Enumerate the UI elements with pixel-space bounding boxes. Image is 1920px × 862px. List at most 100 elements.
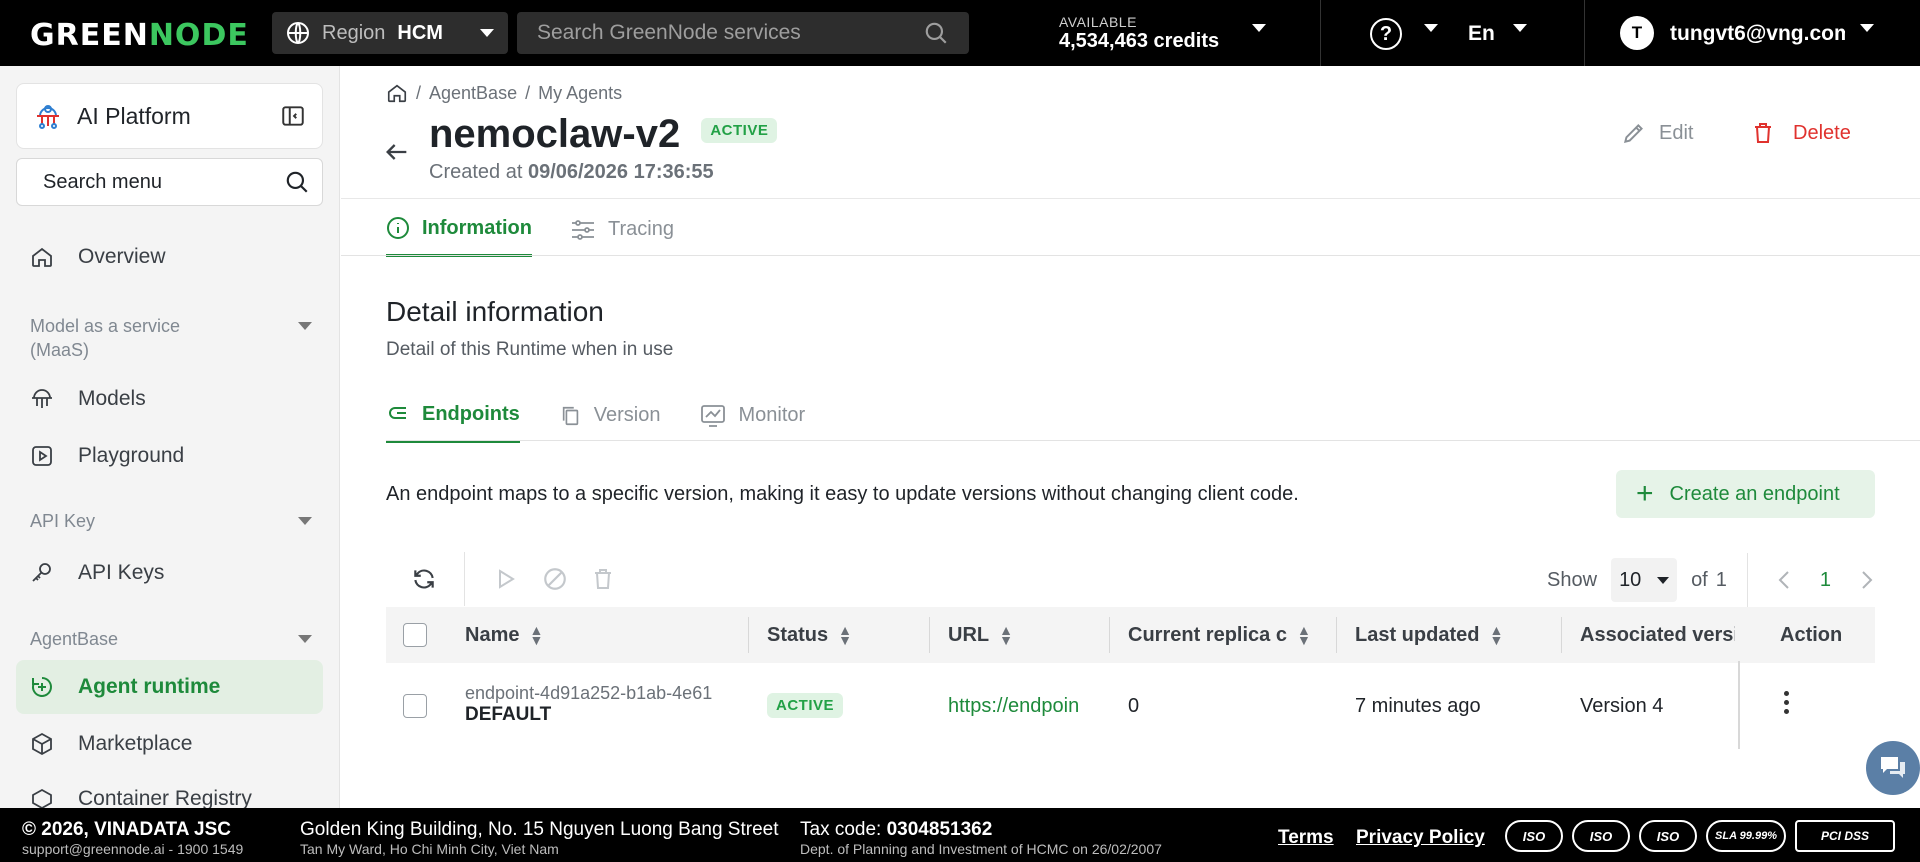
more-actions-icon[interactable] (1784, 691, 1789, 714)
copy-icon (562, 406, 579, 425)
sidebar-item-models[interactable]: Models (16, 372, 323, 426)
greennode-logo[interactable]: GREENNODE (30, 18, 249, 53)
delete-button[interactable]: Delete (1751, 120, 1851, 146)
last-updated: 7 minutes ago (1355, 695, 1481, 717)
sidebar-item-playground[interactable]: Playground (16, 429, 323, 483)
help-dropdown-icon[interactable] (1424, 24, 1438, 32)
language-selector[interactable]: En (1468, 22, 1495, 46)
endpoint-icon (389, 407, 406, 419)
region-label: Region (322, 21, 386, 44)
endpoint-url-link[interactable]: https://endpoin (948, 695, 1079, 718)
detail-title: Detail information (386, 296, 604, 327)
main-tabs: Information Tracing (386, 216, 712, 257)
col-url[interactable]: URL ▲ ▼ (948, 607, 1013, 663)
detail-tabs: Endpoints Version Monitor (386, 402, 845, 443)
sliders-icon (572, 219, 594, 240)
divider (1738, 661, 1740, 749)
sort-icon[interactable]: ▲ ▼ (999, 623, 1013, 647)
sidebar-item-overview[interactable]: Overview (16, 230, 323, 284)
user-dropdown-icon[interactable] (1860, 24, 1874, 32)
sort-icon[interactable]: ▲ ▼ (529, 623, 543, 647)
sidebar-section-api-key[interactable]: API Key (30, 509, 320, 533)
main-content: / AgentBase / My Agents nemoclaw-v2 ACTI… (341, 66, 1920, 808)
chevron-right-icon[interactable] (1859, 568, 1875, 592)
refresh-icon[interactable] (411, 566, 437, 592)
sidebar-item-agent-runtime[interactable]: Agent runtime (16, 660, 323, 714)
edit-button[interactable]: Edit (1621, 120, 1693, 146)
col-name[interactable]: Name ▲ ▼ (465, 607, 543, 663)
privacy-policy-link[interactable]: Privacy Policy (1356, 827, 1485, 849)
create-endpoint-button[interactable]: + Create an endpoint (1616, 470, 1875, 518)
tab-version[interactable]: Version (560, 402, 660, 443)
sidebar-item-container-registry[interactable]: Container Registry (16, 772, 323, 808)
breadcrumb-agentbase[interactable]: AgentBase (429, 83, 517, 104)
platform-header: AI Platform (16, 83, 323, 149)
language-dropdown-icon[interactable] (1513, 24, 1527, 32)
sort-icon[interactable]: ▲ ▼ (1297, 623, 1311, 647)
chevron-down-icon (298, 322, 312, 330)
home-icon[interactable] (386, 82, 408, 104)
collapse-sidebar-icon[interactable] (280, 103, 306, 129)
table-toolbar: Show 10 of 1 1 (386, 552, 1875, 608)
iso-badge-icon: ISO (1505, 820, 1563, 852)
col-status[interactable]: Status ▲ ▼ (767, 607, 852, 663)
table-row[interactable]: endpoint-4d91a252-b1ab-4e61 DEFAULT ACTI… (386, 661, 1875, 751)
tab-monitor[interactable]: Monitor (700, 402, 805, 443)
checkbox[interactable] (403, 623, 427, 647)
divider (386, 440, 1920, 441)
help-icon[interactable]: ? (1370, 18, 1402, 50)
top-bar: GREENNODE Region HCM Search GreenNode se… (0, 0, 1920, 66)
sidebar-section-maas[interactable]: Model as a service (MaaS) (30, 314, 320, 362)
tab-tracing[interactable]: Tracing (570, 216, 674, 257)
col-associated-version[interactable]: Associated versi (1580, 607, 1735, 663)
tab-information[interactable]: Information (386, 216, 532, 257)
globe-icon (287, 22, 309, 44)
sidebar-item-api-keys[interactable]: API Keys (16, 546, 323, 600)
select-all-checkbox[interactable] (403, 607, 427, 663)
chevron-down-icon (298, 635, 312, 643)
divider (1746, 553, 1748, 607)
trash-icon[interactable] (591, 566, 615, 592)
sidebar-item-marketplace[interactable]: Marketplace (16, 717, 323, 771)
sidebar-section-agentbase[interactable]: AgentBase (30, 627, 320, 651)
divider (464, 552, 465, 606)
play-icon[interactable] (493, 566, 517, 592)
platform-title: AI Platform (77, 102, 191, 129)
table-header: Name ▲ ▼ Status ▲ ▼ URL ▲ ▼ Current replica c ▲… (386, 607, 1875, 663)
divider (1561, 617, 1562, 653)
current-page[interactable]: 1 (1820, 569, 1831, 592)
user-email[interactable]: tungvt6@vng.com (1670, 22, 1845, 46)
search-menu-input[interactable]: Search menu (16, 158, 323, 206)
created-at: Created at 09/06/2026 17:36:55 (429, 161, 714, 183)
search-icon[interactable] (923, 20, 949, 46)
back-arrow-icon[interactable] (383, 138, 411, 166)
plus-icon: + (1636, 477, 1654, 510)
divider (1336, 617, 1337, 653)
divider (1584, 0, 1585, 66)
chevron-left-icon[interactable] (1776, 568, 1792, 592)
region-selector[interactable]: Region HCM (272, 12, 508, 54)
row-checkbox[interactable] (403, 694, 427, 718)
col-last-updated[interactable]: Last updated ▲ ▼ (1355, 607, 1503, 663)
sort-icon[interactable]: ▲ ▼ (838, 623, 852, 647)
credits-display: AVAILABLE 4,534,463 credits (1059, 14, 1220, 52)
replica-count: 0 (1128, 695, 1140, 717)
credits-dropdown-icon[interactable] (1252, 24, 1266, 32)
col-current-replica[interactable]: Current replica c ▲ ▼ (1128, 607, 1311, 663)
global-search-input[interactable]: Search GreenNode services (517, 12, 969, 54)
disable-icon[interactable] (542, 566, 568, 592)
models-icon (32, 389, 52, 408)
terms-link[interactable]: Terms (1278, 827, 1334, 849)
breadcrumb-my-agents[interactable]: My Agents (538, 83, 622, 104)
sort-icon[interactable]: ▲ ▼ (1489, 623, 1503, 647)
page-size-select[interactable]: 10 (1611, 558, 1678, 602)
marketplace-icon (32, 732, 52, 756)
chat-support-button[interactable] (1866, 741, 1920, 795)
endpoint-name-cell: endpoint-4d91a252-b1ab-4e61 DEFAULT (465, 683, 712, 726)
status-badge: ACTIVE (701, 117, 778, 143)
search-icon[interactable] (284, 169, 310, 195)
avatar[interactable]: T (1620, 16, 1654, 50)
col-action: Action (1780, 623, 1843, 646)
checkbox[interactable] (403, 694, 427, 718)
tab-endpoints[interactable]: Endpoints (386, 402, 520, 443)
